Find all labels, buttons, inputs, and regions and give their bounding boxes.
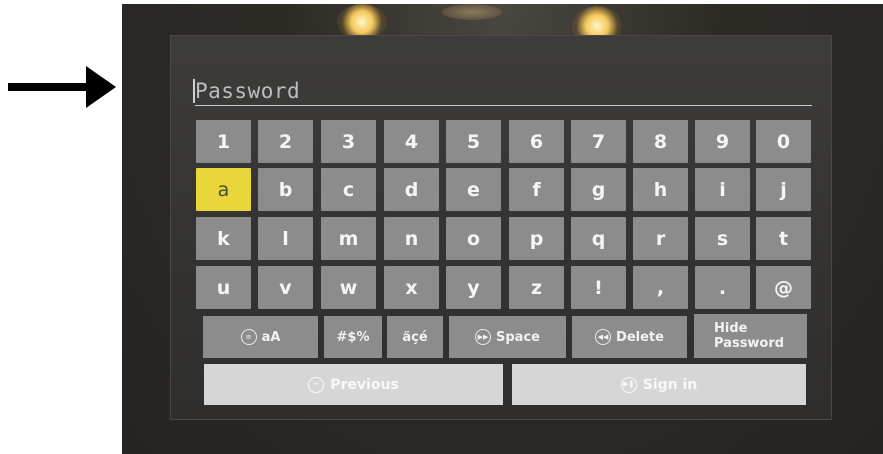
key[interactable]: d: [384, 168, 439, 211]
key[interactable]: o: [446, 217, 501, 260]
key[interactable]: r: [633, 217, 688, 260]
rewind-circle-icon: ◀◀: [595, 329, 612, 345]
key[interactable]: 5: [446, 120, 501, 163]
menu-circle-icon: ≡: [240, 329, 257, 345]
key[interactable]: 6: [509, 120, 564, 163]
key-selected[interactable]: a: [196, 168, 251, 211]
arrow-right-icon: [8, 66, 116, 108]
previous-button[interactable]: ↩ Previous: [204, 364, 503, 405]
key[interactable]: 1: [196, 120, 251, 163]
key[interactable]: 7: [571, 120, 626, 163]
key[interactable]: n: [384, 217, 439, 260]
symbols-label: #$%: [336, 329, 370, 345]
key[interactable]: 0: [756, 120, 811, 163]
key[interactable]: m: [321, 217, 376, 260]
key[interactable]: x: [384, 266, 439, 309]
case-toggle-button[interactable]: ≡ aA: [203, 316, 318, 358]
key[interactable]: c: [321, 168, 376, 211]
key[interactable]: t: [756, 217, 811, 260]
key[interactable]: u: [196, 266, 251, 309]
key[interactable]: q: [571, 217, 626, 260]
accents-button[interactable]: äçé: [387, 316, 443, 358]
delete-button[interactable]: ◀◀ Delete: [572, 316, 687, 358]
key[interactable]: ,: [633, 266, 688, 309]
space-label: Space: [496, 329, 540, 345]
accents-label: äçé: [402, 329, 428, 345]
key[interactable]: z: [509, 266, 564, 309]
sign-in-label: Sign in: [642, 376, 698, 393]
key[interactable]: h: [633, 168, 688, 211]
previous-label: Previous: [330, 376, 399, 393]
key[interactable]: k: [196, 217, 251, 260]
key[interactable]: !: [571, 266, 626, 309]
key[interactable]: .: [695, 266, 750, 309]
key[interactable]: j: [756, 168, 811, 211]
back-circle-icon: ↩: [308, 376, 325, 393]
hide-password-button[interactable]: Hide Password: [694, 314, 807, 358]
key[interactable]: e: [446, 168, 501, 211]
key[interactable]: 4: [384, 120, 439, 163]
hide-password-label-line2: Password: [714, 336, 785, 351]
key[interactable]: f: [509, 168, 564, 211]
hide-password-label-line1: Hide: [714, 321, 748, 336]
space-button[interactable]: ▶▶ Space: [449, 316, 566, 358]
key[interactable]: 2: [258, 120, 313, 163]
key[interactable]: @: [756, 266, 811, 309]
sign-in-button[interactable]: ▶❚ Sign in: [512, 364, 806, 405]
ceiling-light-glare: [442, 4, 502, 20]
key[interactable]: 3: [321, 120, 376, 163]
fast-forward-circle-icon: ▶▶: [475, 329, 492, 345]
password-placeholder: Password: [195, 79, 301, 103]
key[interactable]: v: [258, 266, 313, 309]
key[interactable]: l: [258, 217, 313, 260]
key[interactable]: y: [446, 266, 501, 309]
play-pause-circle-icon: ▶❚: [620, 376, 637, 393]
key[interactable]: s: [695, 217, 750, 260]
key[interactable]: 8: [633, 120, 688, 163]
key[interactable]: g: [571, 168, 626, 211]
delete-label: Delete: [616, 329, 664, 345]
key[interactable]: b: [258, 168, 313, 211]
key[interactable]: i: [695, 168, 750, 211]
symbols-button[interactable]: #$%: [324, 316, 382, 358]
key[interactable]: 9: [695, 120, 750, 163]
case-toggle-label: aA: [261, 329, 281, 345]
key[interactable]: w: [321, 266, 376, 309]
key[interactable]: p: [509, 217, 564, 260]
password-input[interactable]: Password: [193, 76, 812, 106]
